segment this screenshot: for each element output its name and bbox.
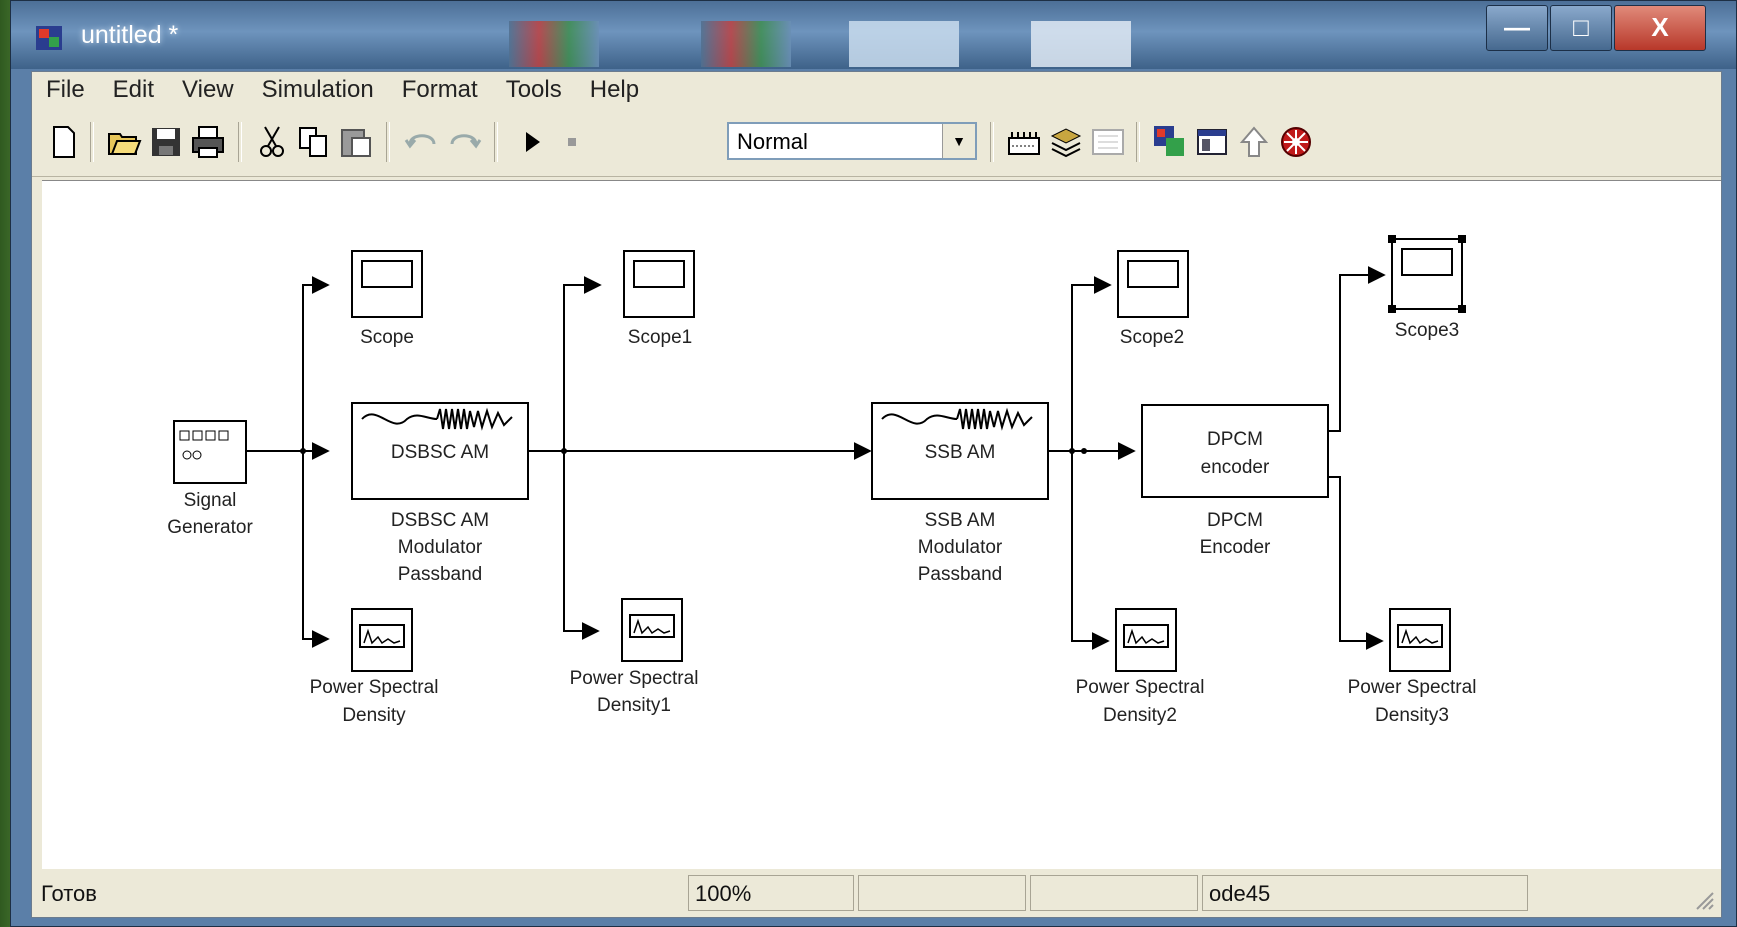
update-icon[interactable] xyxy=(1048,124,1084,160)
taskbar-thumbnail xyxy=(849,21,959,67)
scope2-block[interactable] xyxy=(1117,250,1189,318)
menu-tools[interactable]: Tools xyxy=(492,72,576,104)
signal-generator-block[interactable] xyxy=(173,420,247,484)
simulink-app-icon xyxy=(36,26,62,50)
ssb-am-block-text: SSB AM xyxy=(925,442,996,463)
psd2-block[interactable] xyxy=(1115,608,1177,672)
menu-file[interactable]: File xyxy=(32,72,99,104)
dpcm-block-text-2: encoder xyxy=(1201,457,1270,478)
close-button[interactable]: X xyxy=(1614,5,1706,51)
psd2-label-1: Power Spectral xyxy=(1076,677,1205,698)
model-explorer-icon[interactable] xyxy=(1194,124,1230,160)
taskbar-thumbnail xyxy=(701,21,791,67)
dsbsc-am-modulator-block[interactable]: DSBSC AM xyxy=(351,402,529,500)
toolbar-separator xyxy=(494,122,498,162)
status-bar: Готов 100% ode45 xyxy=(32,871,1721,917)
dpcm-label-2: Encoder xyxy=(1200,537,1271,558)
redo-icon[interactable] xyxy=(446,124,482,160)
psd3-label-1: Power Spectral xyxy=(1348,677,1477,698)
dsbsc-am-label-3: Passband xyxy=(398,564,483,585)
psd-label-2: Density xyxy=(342,705,406,726)
simulation-mode-value: Normal xyxy=(737,129,808,154)
simulink-window: untitled * — □ X File Edit View Simulation F… xyxy=(10,0,1737,927)
toolbar-separator xyxy=(90,122,94,162)
resize-grip-icon[interactable] xyxy=(1691,887,1715,911)
scope3-block[interactable] xyxy=(1388,235,1466,313)
menu-format[interactable]: Format xyxy=(388,72,492,104)
menu-help[interactable]: Help xyxy=(576,72,653,104)
model-canvas[interactable]: Signal Generator Scope DSBSC AM DSBSC AM… xyxy=(42,180,1721,869)
taskbar-thumbnail xyxy=(509,21,599,67)
library-browser-icon[interactable] xyxy=(1152,124,1188,160)
stop-icon[interactable] xyxy=(554,124,590,160)
status-empty-2 xyxy=(1030,875,1198,911)
taskbar-thumbnail xyxy=(1031,21,1131,67)
start-icon[interactable] xyxy=(514,124,550,160)
psd3-label-2: Density3 xyxy=(1375,705,1449,726)
psd1-block[interactable] xyxy=(621,598,683,662)
psd-label-1: Power Spectral xyxy=(310,677,439,698)
scope1-label: Scope1 xyxy=(628,327,692,348)
maximize-button[interactable]: □ xyxy=(1550,5,1612,51)
psd1-label-1: Power Spectral xyxy=(570,668,699,689)
ssb-am-label-1: SSB AM xyxy=(925,510,996,531)
scope1-block[interactable] xyxy=(623,250,695,318)
scope3-label: Scope3 xyxy=(1395,320,1459,341)
build-icon[interactable] xyxy=(1006,124,1042,160)
cut-icon[interactable] xyxy=(254,124,290,160)
ssb-am-label-3: Passband xyxy=(918,564,1003,585)
open-icon[interactable] xyxy=(106,124,142,160)
ssb-am-modulator-block[interactable]: SSB AM xyxy=(871,402,1049,500)
title-bar[interactable]: untitled * — □ X xyxy=(11,1,1736,69)
psd2-label-2: Density2 xyxy=(1103,705,1177,726)
status-ready: Готов xyxy=(41,881,97,906)
psd-block[interactable] xyxy=(351,608,413,672)
debug-icon[interactable] xyxy=(1090,124,1126,160)
status-empty-1 xyxy=(858,875,1026,911)
toolbar: Normal ▼ xyxy=(32,112,1721,177)
menu-simulation[interactable]: Simulation xyxy=(248,72,388,104)
toolbar-separator xyxy=(1136,122,1140,162)
copy-icon[interactable] xyxy=(296,124,332,160)
dsbsc-am-block-text: DSBSC AM xyxy=(391,442,489,463)
psd1-label-2: Density1 xyxy=(597,695,671,716)
simulation-mode-select[interactable]: Normal ▼ xyxy=(727,122,977,160)
undo-icon[interactable] xyxy=(404,124,440,160)
scope-block[interactable] xyxy=(351,250,423,318)
signal-generator-label-2: Generator xyxy=(167,517,253,538)
signal-generator-label-1: Signal xyxy=(184,490,237,511)
dpcm-label-1: DPCM xyxy=(1207,510,1263,531)
psd3-block[interactable] xyxy=(1389,608,1451,672)
new-icon[interactable] xyxy=(46,124,82,160)
toolbar-separator xyxy=(990,122,994,162)
scope-label: Scope xyxy=(360,327,414,348)
status-solver: ode45 xyxy=(1202,875,1528,911)
dsbsc-am-label-1: DSBSC AM xyxy=(391,510,489,531)
dpcm-encoder-block[interactable]: DPCM encoder xyxy=(1141,404,1329,498)
dpcm-block-text-1: DPCM xyxy=(1207,429,1263,450)
chevron-down-icon[interactable]: ▼ xyxy=(942,124,975,158)
client-area: File Edit View Simulation Format Tools Help xyxy=(31,71,1722,918)
debugger-icon[interactable] xyxy=(1278,124,1314,160)
ssb-am-label-2: Modulator xyxy=(918,537,1003,558)
toolbar-separator xyxy=(238,122,242,162)
status-zoom: 100% xyxy=(688,875,854,911)
save-icon[interactable] xyxy=(148,124,184,160)
paste-icon[interactable] xyxy=(338,124,374,160)
parent-icon[interactable] xyxy=(1236,124,1272,160)
block-diagram: Signal Generator Scope DSBSC AM DSBSC AM… xyxy=(167,235,1477,726)
scope2-label: Scope2 xyxy=(1120,327,1184,348)
menu-bar: File Edit View Simulation Format Tools Help xyxy=(32,72,1721,110)
dsbsc-am-label-2: Modulator xyxy=(398,537,483,558)
menu-view[interactable]: View xyxy=(168,72,248,104)
window-title: untitled * xyxy=(81,21,179,49)
toolbar-separator xyxy=(386,122,390,162)
minimize-button[interactable]: — xyxy=(1486,5,1548,51)
menu-edit[interactable]: Edit xyxy=(99,72,168,104)
print-icon[interactable] xyxy=(190,124,226,160)
